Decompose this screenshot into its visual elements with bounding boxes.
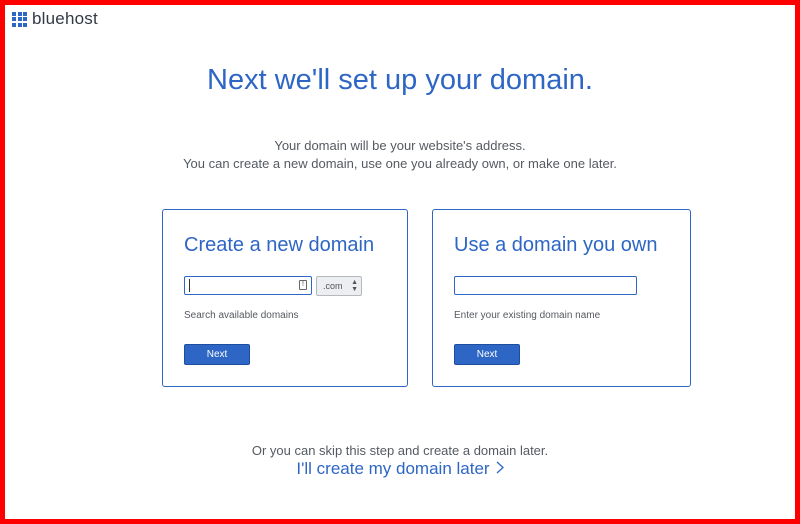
own-domain-card: Use a domain you own Enter your existing…	[432, 209, 691, 387]
later-link-label: I'll create my domain later	[296, 459, 490, 478]
select-arrows-icon: ▲ ▼	[351, 279, 358, 293]
create-domain-next-button[interactable]: Next	[184, 344, 250, 365]
create-domain-title: Create a new domain	[184, 234, 375, 256]
autofill-key-icon[interactable]: !	[299, 280, 307, 290]
search-domains-hint: Search available domains	[184, 310, 299, 321]
create-domain-card: Create a new domain ! .com ▲ ▼ Search ava…	[162, 209, 408, 387]
text-caret	[189, 279, 190, 292]
chevron-right-icon	[496, 459, 504, 479]
new-domain-input[interactable]: !	[184, 276, 312, 295]
create-domain-later-link[interactable]: I'll create my domain later	[0, 459, 800, 479]
logo-grid-icon	[12, 11, 27, 27]
logo-text: bluehost	[32, 9, 98, 28]
own-domain-next-button[interactable]: Next	[454, 344, 520, 365]
page-subtitle: Your domain will be your website's addre…	[0, 137, 800, 173]
own-domain-title: Use a domain you own	[454, 234, 658, 256]
existing-domain-input[interactable]	[454, 276, 637, 295]
tld-select[interactable]: .com ▲ ▼	[316, 276, 362, 296]
bluehost-logo[interactable]: bluehost	[12, 9, 98, 29]
tld-selected-value: .com	[323, 281, 343, 291]
skip-step-text: Or you can skip this step and create a d…	[251, 443, 549, 458]
page-title: Next we'll set up your domain.	[207, 64, 593, 96]
subtitle-line-1: Your domain will be your website's addre…	[274, 138, 526, 153]
subtitle-line-2: You can create a new domain, use one you…	[183, 156, 617, 171]
existing-domain-hint: Enter your existing domain name	[454, 310, 601, 321]
